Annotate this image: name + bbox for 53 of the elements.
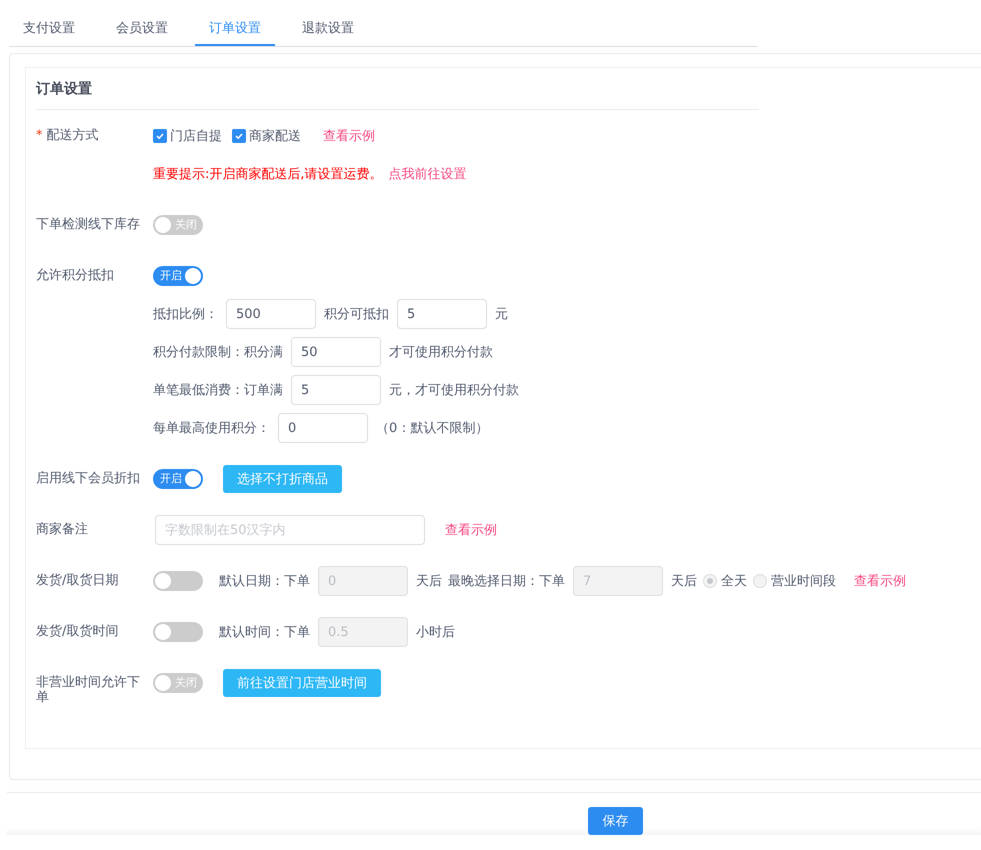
check-icon bbox=[155, 131, 165, 141]
field-text: 积分可抵扣 bbox=[324, 306, 389, 323]
field-label: 商家备注 bbox=[36, 521, 88, 537]
radio-button[interactable]: 全天 bbox=[703, 572, 747, 590]
section-title: 订单设置 bbox=[36, 80, 92, 98]
field-text: 积分付款限制：积分满 bbox=[153, 344, 283, 361]
field-text: 默认日期：下单 bbox=[219, 573, 310, 590]
field-text: 单笔最低消费：订单满 bbox=[153, 382, 283, 399]
input-field[interactable]: 500 bbox=[226, 299, 316, 329]
field-label: 允许积分抵扣 bbox=[36, 267, 114, 283]
field-label: 配送方式 bbox=[46, 127, 98, 143]
radio-button[interactable]: 营业时间段 bbox=[753, 572, 836, 590]
required-mark: * bbox=[36, 127, 42, 145]
action-button[interactable]: 选择不打折商品 bbox=[223, 465, 342, 493]
field-label: 非营业时间允许下单 bbox=[36, 674, 141, 705]
field-label: 启用线下会员折扣 bbox=[36, 470, 140, 486]
field-text: 小时后 bbox=[416, 624, 455, 641]
field-label: 发货/取货日期 bbox=[36, 572, 118, 588]
field-text: 天后 bbox=[416, 573, 442, 590]
input-field[interactable]: 5 bbox=[291, 375, 381, 405]
toggle-switch[interactable] bbox=[153, 571, 203, 591]
tab[interactable]: 订单设置 bbox=[195, 19, 275, 46]
check-icon bbox=[234, 131, 244, 141]
field-text: 天后 bbox=[671, 573, 697, 590]
field-text: 抵扣比例： bbox=[153, 306, 218, 323]
tab[interactable]: 支付设置 bbox=[9, 19, 89, 46]
input-field[interactable]: 50 bbox=[291, 337, 381, 367]
save-button[interactable]: 保存 bbox=[588, 807, 643, 835]
field-text: （0：默认不限制） bbox=[376, 420, 488, 437]
checkbox[interactable]: 门店自提 bbox=[153, 127, 222, 145]
toggle-switch[interactable]: 开启 bbox=[153, 469, 203, 489]
field-label: 下单检测线下库存 bbox=[36, 216, 140, 232]
action-button[interactable]: 前往设置门店营业时间 bbox=[223, 669, 381, 697]
field-label: 发货/取货时间 bbox=[36, 623, 118, 639]
field-text: 最晚选择日期：下单 bbox=[448, 573, 565, 590]
example-link[interactable]: 查看示例 bbox=[854, 572, 906, 590]
example-link[interactable]: 查看示例 bbox=[323, 127, 375, 145]
input-field[interactable]: 5 bbox=[397, 299, 487, 329]
toggle-switch[interactable]: 开启 bbox=[153, 266, 203, 286]
input-field[interactable]: 0 bbox=[278, 413, 368, 443]
tab[interactable]: 会员设置 bbox=[102, 19, 182, 46]
example-link[interactable]: 点我前往设置 bbox=[388, 165, 467, 183]
field-text: 每单最高使用积分： bbox=[153, 420, 270, 437]
warning-text: 重要提示:开启商家配送后,请设置运费。 bbox=[153, 166, 383, 183]
field-text: 元，才可使用积分付款 bbox=[389, 382, 519, 399]
field-text: 默认时间：下单 bbox=[219, 624, 310, 641]
input-field[interactable]: 字数限制在50汉字内 bbox=[155, 515, 425, 545]
field-text: 才可使用积分付款 bbox=[389, 344, 493, 361]
checkbox[interactable]: 商家配送 bbox=[232, 127, 301, 145]
tab[interactable]: 退款设置 bbox=[288, 19, 368, 46]
example-link[interactable]: 查看示例 bbox=[445, 521, 497, 539]
field-text: 元 bbox=[495, 306, 508, 323]
toggle-switch[interactable] bbox=[153, 622, 203, 642]
